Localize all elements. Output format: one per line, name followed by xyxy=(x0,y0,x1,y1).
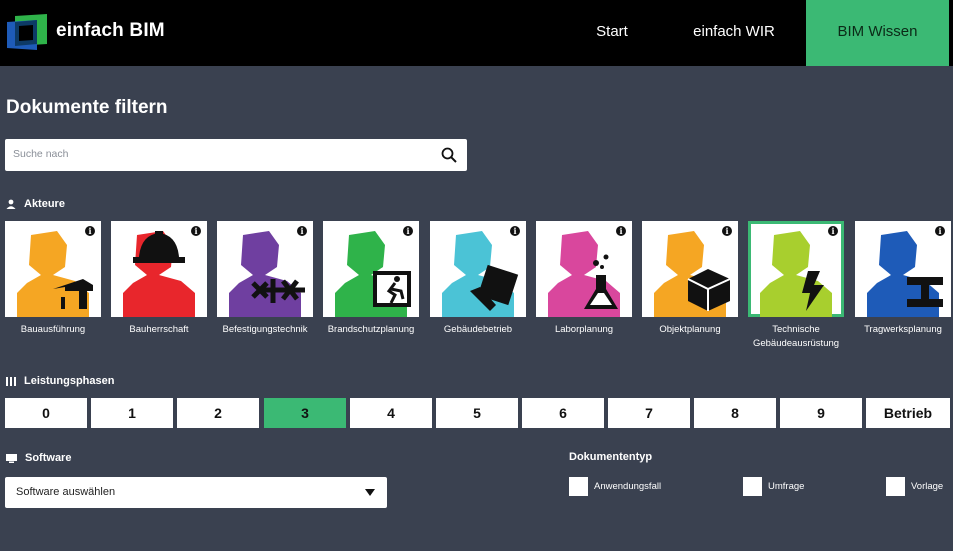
chevron-down-icon[interactable] xyxy=(365,489,375,496)
actor-tile-lightning[interactable]: i xyxy=(748,221,844,317)
actor-label: Gebäudebetrieb xyxy=(443,324,513,335)
search-placeholder: Suche nach xyxy=(13,148,69,160)
nav-start[interactable]: Start xyxy=(570,0,654,66)
tools-icon xyxy=(442,231,519,317)
info-icon[interactable]: i xyxy=(510,226,520,236)
checkbox-vorlage[interactable] xyxy=(886,477,905,496)
actor-tile-flask[interactable]: i xyxy=(536,221,632,317)
fastener-icon xyxy=(229,231,305,317)
actor-tile-beam[interactable]: i xyxy=(855,221,951,317)
info-icon[interactable]: i xyxy=(722,226,732,236)
phase-button-7[interactable]: 7 xyxy=(608,398,690,428)
lightning-icon xyxy=(760,231,832,317)
info-icon[interactable]: i xyxy=(935,226,945,236)
search-input[interactable]: Suche nach xyxy=(5,139,467,171)
phase-button-6[interactable]: 6 xyxy=(522,398,604,428)
software-select[interactable]: Software auswählen xyxy=(5,477,387,508)
section-akteure-label: Akteure xyxy=(24,198,65,210)
brand-name[interactable]: einfach BIM xyxy=(56,20,165,42)
nav-bim-wissen[interactable]: BIM Wissen xyxy=(806,0,949,66)
section-akteure: Akteure xyxy=(6,198,65,210)
info-icon[interactable]: i xyxy=(616,226,626,236)
phase-button-3[interactable]: 3 xyxy=(264,398,346,428)
hardhat-icon xyxy=(123,231,195,317)
actor-label: Technische Gebäudeausrüstung xyxy=(752,324,840,349)
checkbox-umfrage[interactable] xyxy=(743,477,762,496)
phase-button-betrieb[interactable]: Betrieb xyxy=(866,398,950,428)
actor-label: Tragwerksplanung xyxy=(864,324,942,335)
actor-tile-cube[interactable]: i xyxy=(642,221,738,317)
phase-button-8[interactable]: 8 xyxy=(694,398,776,428)
phase-button-0[interactable]: 0 xyxy=(5,398,87,428)
info-icon[interactable]: i xyxy=(403,226,413,236)
checkbox-anwendungsfall[interactable] xyxy=(569,477,588,496)
checkbox-label-umfrage: Umfrage xyxy=(768,481,805,492)
actor-tile-hardhat[interactable]: i xyxy=(111,221,207,317)
info-icon[interactable]: i xyxy=(828,226,838,236)
bars-icon xyxy=(6,376,16,386)
actor-label: Brandschutzplanung xyxy=(327,324,415,335)
software-select-value: Software auswählen xyxy=(16,486,116,498)
nav-einfach-wir[interactable]: einfach WIR xyxy=(673,0,795,66)
actor-label: Objektplanung xyxy=(659,324,721,335)
actor-tile-crane[interactable]: i xyxy=(5,221,101,317)
actor-label: Bauherrschaft xyxy=(129,324,189,335)
page-title: Dokumente filtern xyxy=(6,97,168,118)
phase-button-2[interactable]: 2 xyxy=(177,398,259,428)
beam-icon xyxy=(867,231,943,317)
phase-button-9[interactable]: 9 xyxy=(780,398,862,428)
actor-tile-emergency-exit[interactable]: i xyxy=(323,221,419,317)
section-leistungsphasen-label: Leistungsphasen xyxy=(24,375,115,387)
actor-label: Befestigungstechnik xyxy=(222,324,308,335)
section-software-label: Software xyxy=(25,452,72,464)
info-icon[interactable]: i xyxy=(191,226,201,236)
section-dokumententyp: Dokumententyp xyxy=(569,451,653,463)
actor-tile-fastener[interactable]: i xyxy=(217,221,313,317)
flask-icon xyxy=(548,231,620,317)
top-navigation-bar: einfach BIM Start einfach WIR BIM Wissen xyxy=(0,0,953,66)
info-icon[interactable]: i xyxy=(85,226,95,236)
phase-button-4[interactable]: 4 xyxy=(350,398,432,428)
section-software: Software xyxy=(6,452,71,464)
actor-label: Laborplanung xyxy=(554,324,614,335)
emergency-exit-icon xyxy=(335,231,411,317)
checkbox-label-anwendungsfall: Anwendungsfall xyxy=(594,481,662,492)
phase-button-5[interactable]: 5 xyxy=(436,398,518,428)
cube-icon xyxy=(654,231,731,317)
actor-tile-tools[interactable]: i xyxy=(430,221,526,317)
search-icon[interactable] xyxy=(441,147,457,163)
crane-icon xyxy=(17,231,93,317)
info-icon[interactable]: i xyxy=(297,226,307,236)
monitor-icon xyxy=(6,453,17,463)
section-leistungsphasen: Leistungsphasen xyxy=(6,375,114,387)
phase-button-1[interactable]: 1 xyxy=(91,398,173,428)
checkbox-label-vorlage: Vorlage xyxy=(911,481,944,492)
person-icon xyxy=(6,199,16,210)
einfach-bim-logo[interactable] xyxy=(5,14,49,50)
actor-label: Bauausführung xyxy=(20,324,86,335)
